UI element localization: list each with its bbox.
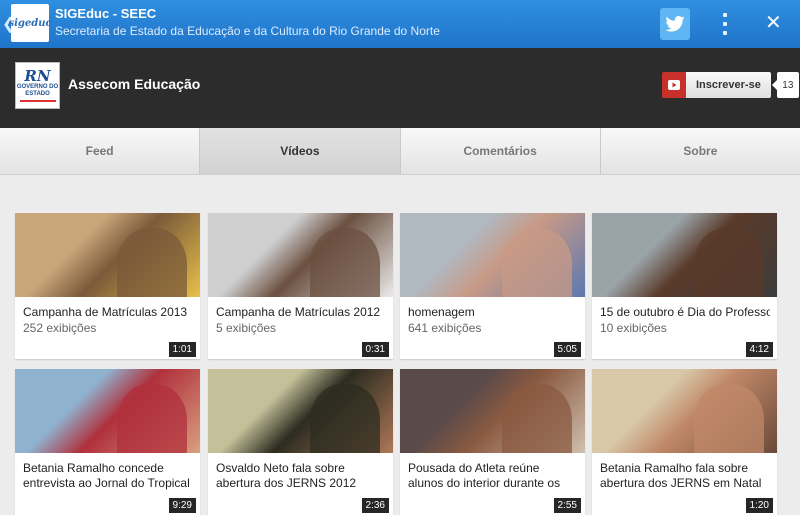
overflow-menu-icon[interactable] [722,13,728,35]
video-card[interactable]: 1:20 Betania Ramalho fala sobre abertura… [592,369,777,515]
video-duration: 1:01 [168,342,196,357]
tab-comments[interactable]: Comentários [400,128,601,174]
video-card[interactable]: 5:05 homenagem 641 exibições [400,213,585,359]
video-duration: 1:20 [745,498,773,513]
video-views: 641 exibições [408,321,482,335]
video-thumbnail[interactable] [15,369,200,453]
video-thumbnail[interactable] [15,213,200,297]
thumbnail-subject [501,384,573,453]
channel-name: Assecom Educação [68,76,201,92]
app-title: SIGEduc - SEEC [55,6,157,21]
video-card[interactable]: 4:12 15 de outubro é Dia do Professor 10… [592,213,777,359]
thumbnail-subject [309,228,381,297]
avatar-logo-rn: RN [24,67,51,85]
subscriber-count: 13 [771,72,799,98]
app-logo-text: sigeduc [8,17,52,29]
video-card[interactable]: 2:36 Osvaldo Neto fala sobre abertura do… [208,369,393,515]
video-title[interactable]: Osvaldo Neto fala sobre abertura dos JER… [216,461,386,491]
thumbnail-subject [116,228,188,297]
video-card[interactable]: 1:01 Campanha de Matrículas 2013 252 exi… [15,213,200,359]
subscribe-button[interactable]: Inscrever-se [686,72,771,98]
twitter-share-button[interactable] [660,8,690,40]
video-card[interactable]: 0:31 Campanha de Matrículas 2012 5 exibi… [208,213,393,359]
video-views: 252 exibições [23,321,97,335]
video-thumbnail[interactable] [208,213,393,297]
video-views: 5 exibições [216,321,277,335]
subscribe-widget: Inscrever-se 13 [662,72,799,98]
video-duration: 2:36 [361,498,389,513]
thumbnail-subject [501,228,573,297]
app-subtitle: Secretaria de Estado da Educação e da Cu… [55,24,440,38]
video-views: 10 exibições [600,321,667,335]
app-logo[interactable]: sigeduc [8,4,52,42]
thumbnail-subject [693,228,765,297]
thumbnail-subject [693,384,765,453]
video-title[interactable]: Pousada do Atleta reúne alunos do interi… [408,461,578,491]
video-thumbnail[interactable] [208,369,393,453]
video-title[interactable]: Campanha de Matrículas 2012 [216,305,386,320]
video-title[interactable]: 15 de outubro é Dia do Professor [600,305,770,320]
video-duration: 4:12 [745,342,773,357]
app-bar: ❮ sigeduc SIGEduc - SEEC Secretaria de E… [0,0,800,48]
thumbnail-subject [309,384,381,453]
video-card[interactable]: 2:55 Pousada do Atleta reúne alunos do i… [400,369,585,515]
video-thumbnail[interactable] [592,213,777,297]
video-thumbnail[interactable] [400,369,585,453]
video-duration: 2:55 [553,498,581,513]
video-card[interactable]: 9:29 Betania Ramalho concede entrevista … [15,369,200,515]
tab-videos[interactable]: Vídeos [200,128,401,174]
video-duration: 5:05 [553,342,581,357]
youtube-icon[interactable] [662,72,686,98]
video-duration: 0:31 [361,342,389,357]
close-icon[interactable]: ✕ [765,12,782,34]
twitter-bird-icon [665,16,685,32]
tab-about[interactable]: Sobre [600,128,800,174]
thumbnail-subject [116,384,188,453]
avatar-logo-bar [19,100,56,102]
video-title[interactable]: Betania Ramalho concede entrevista ao Jo… [23,461,193,491]
tab-feed[interactable]: Feed [0,128,201,174]
video-title[interactable]: Campanha de Matrículas 2013 [23,305,193,320]
video-title[interactable]: Betania Ramalho fala sobre abertura dos … [600,461,770,491]
video-duration: 9:29 [168,498,196,513]
avatar-logo-text: GOVERNO DO ESTADO [16,84,59,97]
video-title[interactable]: homenagem [408,305,578,320]
video-thumbnail[interactable] [592,369,777,453]
channel-tabs: Feed Vídeos Comentários Sobre [0,128,800,175]
video-thumbnail[interactable] [400,213,585,297]
channel-avatar[interactable]: RN GOVERNO DO ESTADO [15,62,60,109]
